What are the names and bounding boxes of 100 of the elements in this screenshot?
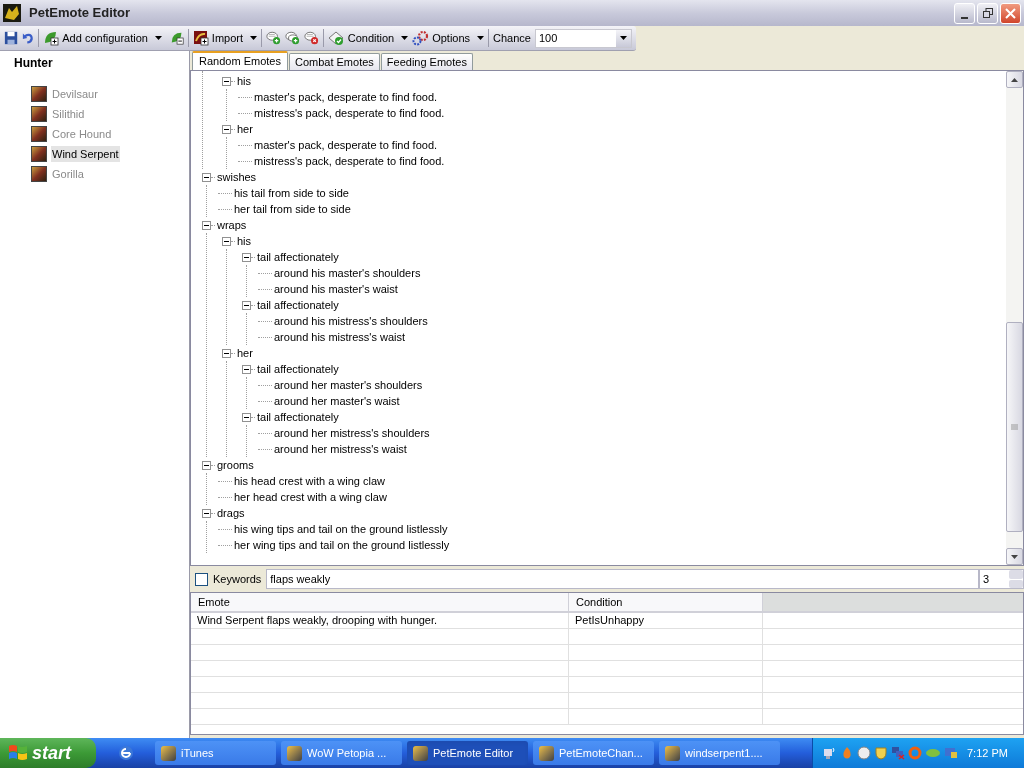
column-header[interactable]: Emote <box>191 593 569 611</box>
collapse-toggle[interactable] <box>242 364 251 374</box>
add-emote-icon[interactable] <box>265 30 281 46</box>
sidebar-item[interactable]: Gorilla <box>51 165 85 183</box>
minimize-button[interactable] <box>954 2 975 24</box>
scroll-down-button[interactable] <box>1006 548 1023 565</box>
ring-icon <box>908 746 922 760</box>
tree-item[interactable]: around his master's waist <box>272 280 398 298</box>
scroll-up-button[interactable] <box>1006 71 1023 88</box>
tab[interactable]: Random Emotes <box>192 51 288 70</box>
count-spinner[interactable]: 3 <box>979 569 1024 589</box>
start-button[interactable]: start <box>0 738 96 768</box>
collapse-toggle[interactable] <box>222 236 231 246</box>
collapse-toggle[interactable] <box>202 460 211 470</box>
remove-emote-icon[interactable] <box>303 30 319 46</box>
collapse-toggle[interactable] <box>242 300 251 310</box>
collapse-toggle[interactable] <box>242 252 251 262</box>
tree-item[interactable]: his <box>235 232 252 250</box>
taskbar-button[interactable]: WoW Petopia ... <box>281 741 402 765</box>
minimize-icon <box>961 16 968 19</box>
tree-item[interactable]: her wing tips and tail on the ground listlessly <box>232 536 450 554</box>
down-arrow-icon <box>1011 554 1018 559</box>
tree-item[interactable]: around her master's shoulders <box>272 376 423 394</box>
tab[interactable]: Feeding Emotes <box>380 53 473 70</box>
caret-icon <box>401 36 409 40</box>
app-icon <box>413 745 428 761</box>
options-dropdown[interactable]: Options <box>412 29 485 47</box>
pet-icon <box>31 166 47 182</box>
collapse-toggle[interactable] <box>242 412 251 422</box>
tree-item[interactable]: master's pack, desperate to find food. <box>252 136 438 154</box>
import-button[interactable]: Import <box>192 29 258 47</box>
scroll-thumb[interactable] <box>1006 322 1023 532</box>
sidebar-item[interactable]: Silithid <box>51 105 86 123</box>
monitor-icon <box>944 746 958 760</box>
tree-item[interactable]: his wing tips and tail on the ground listlessly <box>232 520 448 538</box>
tree-item[interactable]: tail affectionately <box>255 296 339 314</box>
collapse-toggle[interactable] <box>222 348 231 358</box>
leaf-remove-icon[interactable] <box>169 30 184 46</box>
gears-icon <box>412 30 430 46</box>
tree-item[interactable]: his tail from side to side <box>232 184 349 202</box>
scrollbar[interactable] <box>1006 71 1023 565</box>
app-icon <box>539 745 554 761</box>
tree-item[interactable]: grooms <box>215 456 254 474</box>
taskbar-button[interactable]: PetEmote Editor <box>407 741 528 765</box>
tree-item[interactable]: his <box>235 72 252 90</box>
tree-item[interactable]: around his mistress's waist <box>272 328 406 346</box>
dropdown-button[interactable] <box>616 29 631 47</box>
app-icon <box>287 745 302 761</box>
caret-icon <box>477 36 485 40</box>
clock: 7:12 PM <box>967 745 1008 761</box>
tree-item[interactable]: his head crest with a wing claw <box>232 472 385 490</box>
grip-icon <box>1011 423 1018 431</box>
sidebar-item[interactable]: Devilsaur <box>51 85 99 103</box>
leaf-add-icon <box>43 30 60 46</box>
tab[interactable]: Combat Emotes <box>288 53 380 70</box>
undo-icon[interactable] <box>22 31 35 45</box>
tree-item[interactable]: master's pack, desperate to find food. <box>252 88 438 106</box>
collapse-toggle[interactable] <box>202 172 211 182</box>
checkbox[interactable] <box>195 572 208 586</box>
tree-item[interactable]: drags <box>215 504 245 522</box>
tree-item[interactable]: wraps <box>215 216 247 234</box>
add-configuration-button[interactable]: Add configuration <box>43 29 162 47</box>
tree-item[interactable]: mistress's pack, desperate to find food. <box>252 104 445 122</box>
shield-icon <box>874 746 888 760</box>
collapse-toggle[interactable] <box>222 124 231 134</box>
tree-item[interactable]: tail affectionately <box>255 408 339 426</box>
close-icon <box>1005 7 1016 19</box>
window-title: PetEmote Editor <box>29 4 131 23</box>
tree-item[interactable]: tail affectionately <box>255 360 339 378</box>
sidebar-heading: Hunter <box>13 55 54 72</box>
tree-item[interactable]: mistress's pack, desperate to find food. <box>252 152 445 170</box>
taskbar-button[interactable]: windserpent1.... <box>659 741 780 765</box>
tree-item[interactable]: around her mistress's waist <box>272 440 407 458</box>
tree-item[interactable]: her <box>235 120 253 138</box>
restore-button[interactable] <box>977 2 998 24</box>
collapse-toggle[interactable] <box>202 220 211 230</box>
keyword-field[interactable]: flaps weakly <box>266 569 979 589</box>
taskbar-button[interactable]: PetEmoteChan... <box>533 741 654 765</box>
import-icon <box>192 30 209 46</box>
close-button[interactable] <box>1000 2 1021 24</box>
collapse-toggle[interactable] <box>222 76 231 86</box>
save-icon[interactable] <box>4 30 19 46</box>
tree-item[interactable]: around his mistress's shoulders <box>272 312 428 330</box>
tree-item[interactable]: around her master's waist <box>272 392 400 410</box>
tree-item[interactable]: around her mistress's shoulders <box>272 424 430 442</box>
taskbar-button[interactable]: iTunes <box>155 741 276 765</box>
tree-item[interactable]: her tail from side to side <box>232 200 351 218</box>
collapse-toggle[interactable] <box>202 508 211 518</box>
tree-item[interactable]: tail affectionately <box>255 248 339 266</box>
sidebar-item[interactable]: Core Hound <box>51 125 113 143</box>
add-emote-icon[interactable] <box>284 30 300 46</box>
app-icon <box>3 4 21 22</box>
sidebar-item[interactable]: Wind Serpent <box>51 145 120 163</box>
chance-combobox[interactable]: 100 <box>534 28 632 48</box>
pet-icon <box>31 126 47 142</box>
tree-item[interactable]: her head crest with a wing claw <box>232 488 387 506</box>
tree-item[interactable]: around his master's shoulders <box>272 264 421 282</box>
tree-item[interactable]: her <box>235 344 253 362</box>
condition-dropdown[interactable]: Condition <box>327 29 409 47</box>
tree-item[interactable]: swishes <box>215 168 257 186</box>
